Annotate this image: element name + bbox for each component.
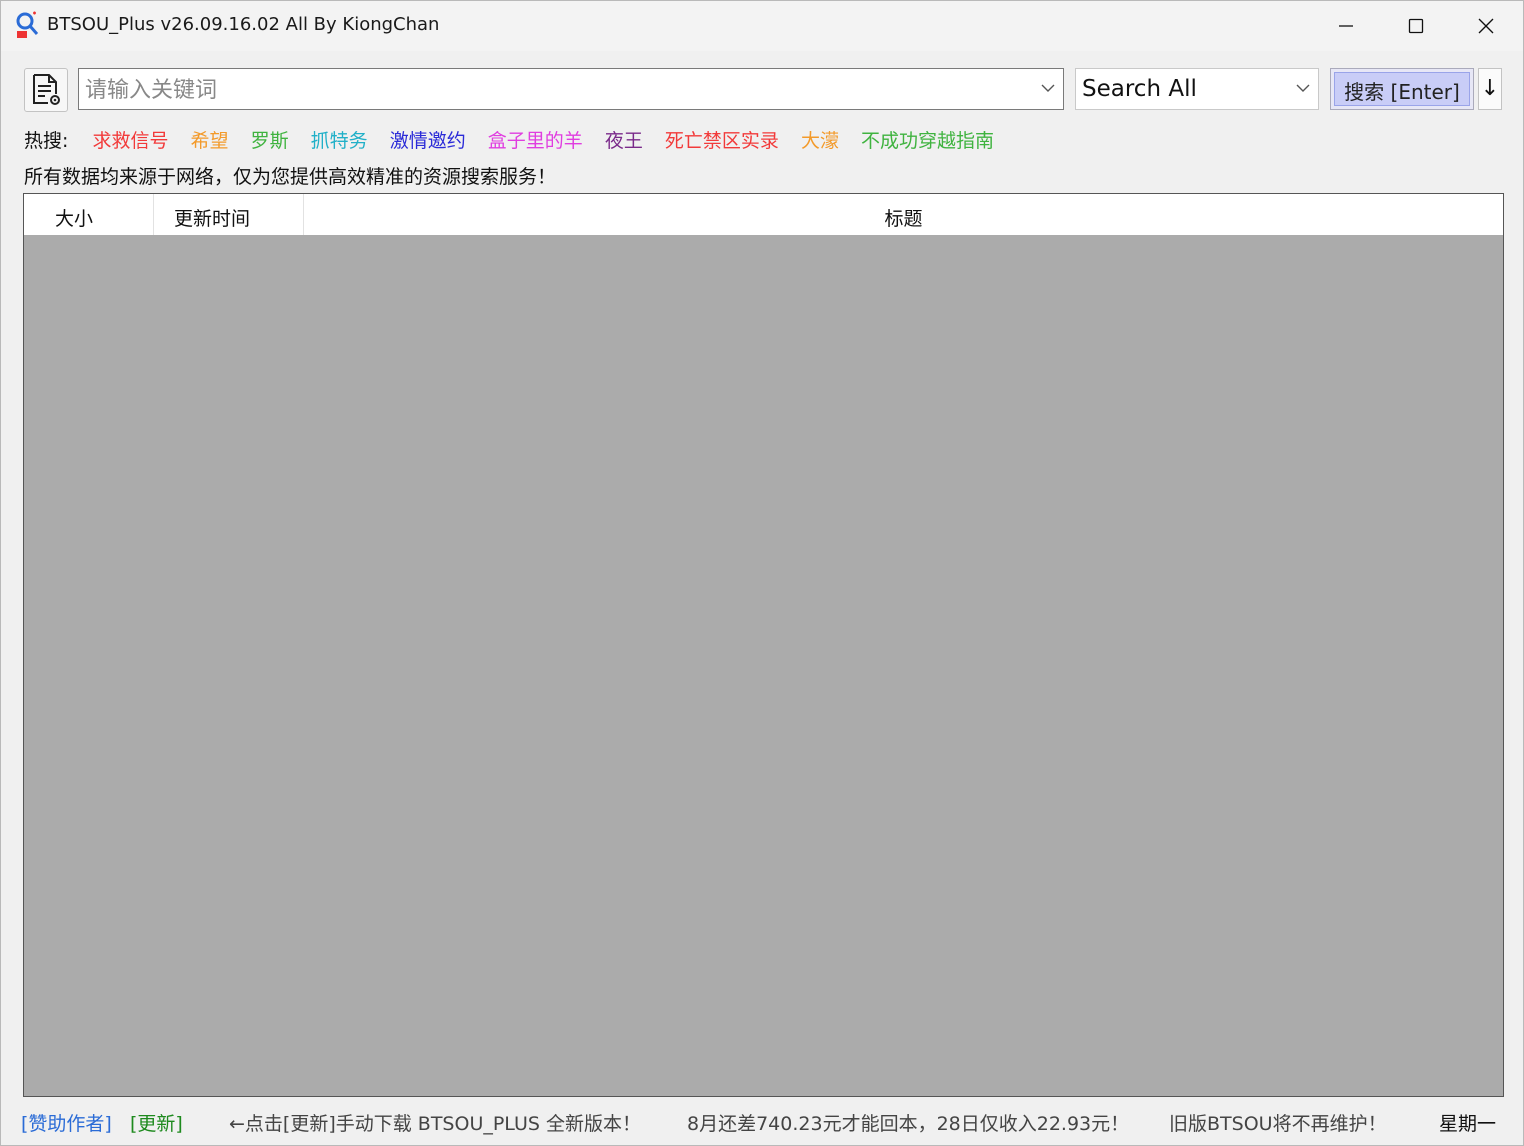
status-message-download: ←点击[更新]手动下载 BTSOU_PLUS 全新版本！ (229, 1113, 641, 1135)
search-scope-select[interactable]: Search All (1075, 68, 1319, 110)
chevron-down-icon[interactable] (1041, 83, 1055, 93)
hot-search-item[interactable]: 抓特务 (311, 130, 368, 152)
chevron-down-icon[interactable] (1296, 83, 1310, 93)
maximize-icon (1408, 18, 1424, 34)
status-message-income: 8月还差740.23元才能回本，28日仅收入22.93元！ (687, 1113, 1130, 1135)
hot-search-item[interactable]: 罗斯 (251, 130, 289, 152)
column-header-label: 更新时间 (174, 208, 251, 230)
app-search-icon (16, 11, 39, 38)
window-title: BTSOU_Plus v26.09.16.02 All By KiongChan (47, 14, 440, 35)
keyword-search-combobox[interactable] (78, 68, 1064, 110)
hot-search-item[interactable]: 死亡禁区实录 (665, 130, 779, 152)
minimize-icon (1339, 25, 1353, 27)
search-scope-value: Search All (1082, 76, 1197, 102)
sponsor-author-link[interactable]: [赞助作者] (21, 1109, 112, 1136)
hot-search-label: 热搜: (24, 130, 69, 152)
column-header-title[interactable]: 标题 (304, 194, 1503, 235)
results-table[interactable]: 大小 更新时间 标题 (23, 193, 1504, 1097)
status-bar: [赞助作者] [更新] ←点击[更新]手动下载 BTSOU_PLUS 全新版本！… (1, 1107, 1523, 1139)
minimize-button[interactable] (1311, 1, 1381, 51)
column-header-label: 大小 (55, 208, 94, 230)
status-message-legacy: 旧版BTSOU将不再维护！ (1169, 1113, 1387, 1135)
title-bar[interactable]: BTSOU_Plus v26.09.16.02 All By KiongChan (1, 1, 1523, 51)
document-settings-button[interactable] (24, 68, 68, 112)
maximize-button[interactable] (1381, 1, 1451, 51)
search-button-label: 搜索 [Enter] (1344, 80, 1460, 104)
column-header-updated[interactable]: 更新时间 (154, 194, 304, 235)
sort-order-button[interactable]: ↓ (1478, 68, 1502, 110)
hot-search-item[interactable]: 激情邀约 (390, 130, 466, 152)
table-body-empty[interactable] (24, 235, 1503, 1096)
document-gear-icon (33, 74, 60, 105)
hot-search-row: 热搜: 求救信号 希望 罗斯 抓特务 激情邀约 盒子里的羊 夜王 死亡禁区实录 … (24, 126, 1010, 152)
column-header-size[interactable]: 大小 (24, 194, 154, 235)
keyword-search-input[interactable] (83, 74, 1027, 106)
table-header: 大小 更新时间 标题 (24, 194, 1503, 235)
close-icon (1478, 18, 1494, 34)
status-weekday: 星期一 (1439, 1113, 1497, 1135)
column-header-label: 标题 (884, 208, 923, 230)
update-link[interactable]: [更新] (130, 1109, 183, 1136)
search-button[interactable]: 搜索 [Enter] (1330, 68, 1474, 110)
hot-search-item[interactable]: 大濛 (801, 130, 839, 152)
hot-search-item[interactable]: 不成功穿越指南 (861, 130, 994, 152)
app-window: BTSOU_Plus v26.09.16.02 All By KiongChan (0, 0, 1524, 1146)
hot-search-item[interactable]: 求救信号 (92, 130, 168, 152)
disclaimer-notice: 所有数据均来源于网络，仅为您提供高效精准的资源搜索服务！ (24, 166, 557, 188)
hot-search-item[interactable]: 夜王 (605, 130, 643, 152)
hot-search-item[interactable]: 希望 (191, 130, 229, 152)
hot-search-item[interactable]: 盒子里的羊 (488, 130, 583, 152)
close-button[interactable] (1451, 1, 1521, 51)
